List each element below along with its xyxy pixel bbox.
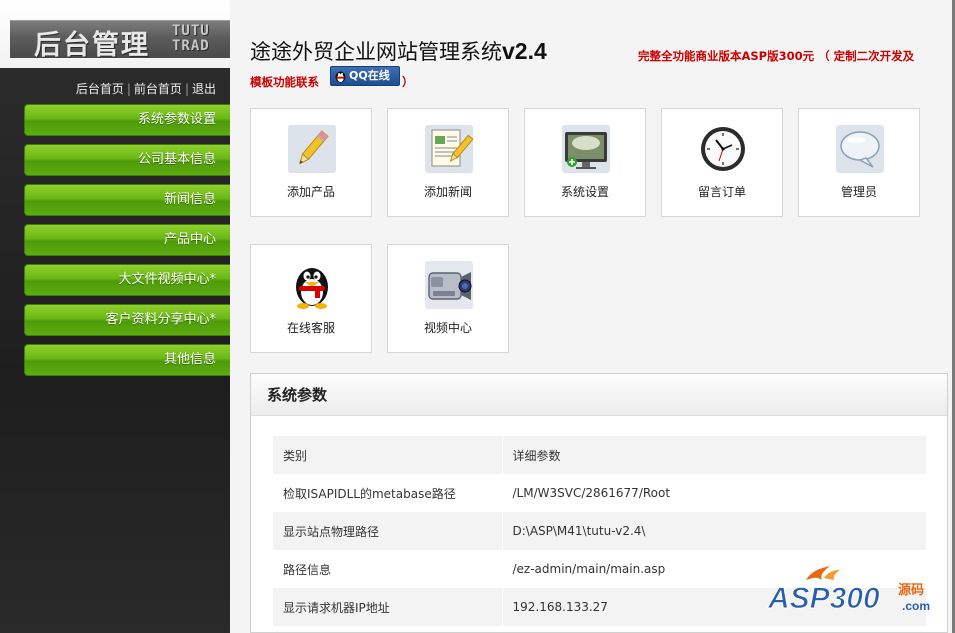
watermark-suffix: 源码	[898, 582, 924, 598]
shortcut-administrators[interactable]: 管理员	[798, 108, 920, 217]
clock-icon	[701, 127, 745, 171]
shortcut-online-service[interactable]: 在线客服	[250, 244, 372, 353]
shortcut-label: 留言订单	[697, 185, 746, 199]
qq-penguin-icon	[335, 71, 346, 83]
shortcut-label: 系统设置	[560, 185, 609, 199]
menu-item-news[interactable]: 新闻信息	[24, 184, 230, 216]
table-cell-key: 显示请求机器IP地址	[273, 588, 503, 626]
table-row: 检取ISAPIDLL的metabase路径 /LM/W3SVC/2861677/…	[273, 474, 927, 512]
shortcut-messages-orders[interactable]: 留言订单	[661, 108, 783, 217]
link-logout[interactable]: 退出	[192, 82, 216, 96]
monitor-icon	[562, 125, 610, 173]
document-edit-icon	[425, 125, 473, 173]
logo-text: 后台管理	[34, 30, 150, 61]
shortcut-add-product[interactable]: 添加产品	[250, 108, 372, 217]
video-camera-icon	[425, 261, 473, 309]
table-cell-key: 显示站点物理路径	[273, 512, 503, 550]
link-front-home[interactable]: 前台首页	[134, 82, 182, 96]
shortcut-label: 添加产品	[286, 185, 335, 199]
table-header-category: 类别	[273, 436, 503, 474]
shortcut-label: 在线客服	[286, 321, 335, 335]
logo-subtext: TUTU TRAD	[172, 23, 210, 54]
promo-text-2: 模板功能联系	[250, 75, 319, 89]
panel-header: 系统参数	[251, 374, 947, 416]
side-menu: 系统参数设置 公司基本信息 新闻信息 产品中心 大文件视频中心* 客户资料分享中…	[24, 104, 230, 384]
page-title: 途途外贸企业网站管理系统v2.4	[250, 38, 547, 64]
asp300-watermark: ASP300 源码 .com	[767, 566, 930, 616]
sidebar: 后台管理 TUTU TRAD 后台首页 | 前台首页 | 退出 系统参数设置 公司基本信息…	[0, 0, 230, 633]
menu-item-company-info[interactable]: 公司基本信息	[24, 144, 230, 176]
table-cell-key: 路径信息	[273, 550, 503, 588]
menu-item-products[interactable]: 产品中心	[24, 224, 230, 256]
shortcut-add-news[interactable]: 添加新闻	[387, 108, 509, 217]
watermark-brand: ASP300	[767, 582, 880, 615]
shortcut-label: 视频中心	[423, 321, 472, 335]
qq-penguin-icon	[296, 268, 328, 309]
table-cell-value: D:\ASP\M41\tutu-v2.4\	[502, 512, 927, 550]
shortcut-system-settings[interactable]: 系统设置	[524, 108, 646, 217]
version-label: v2.4	[502, 38, 547, 64]
table-row: 类别 详细参数	[273, 436, 927, 474]
shortcut-video-center[interactable]: 视频中心	[387, 244, 509, 353]
menu-item-other[interactable]: 其他信息	[24, 344, 230, 376]
link-admin-home[interactable]: 后台首页	[76, 82, 124, 96]
table-row: 显示站点物理路径 D:\ASP\M41\tutu-v2.4\	[273, 512, 927, 550]
panel-title: 系统参数	[267, 386, 328, 404]
promo-text: 完整全功能商业版本ASP版300元 （ 定制二次开发及	[638, 49, 915, 63]
menu-item-video-center[interactable]: 大文件视频中心*	[24, 264, 230, 296]
watermark-domain: .com	[902, 599, 930, 613]
qq-online-button[interactable]: QQ在线	[330, 66, 400, 86]
shortcut-label: 管理员	[840, 185, 877, 199]
shortcut-label: 添加新闻	[423, 185, 472, 199]
promo-close-paren: ）	[402, 75, 414, 89]
top-links: 后台首页 | 前台首页 | 退出	[75, 82, 216, 96]
menu-item-customer-share[interactable]: 客户资料分享中心*	[24, 304, 230, 336]
table-header-detail: 详细参数	[502, 436, 927, 474]
logo: 后台管理 TUTU TRAD	[10, 20, 230, 61]
table-cell-key: 检取ISAPIDLL的metabase路径	[273, 474, 503, 512]
menu-item-system-settings[interactable]: 系统参数设置	[24, 104, 230, 136]
speech-bubble-icon	[836, 125, 884, 173]
table-cell-value: /LM/W3SVC/2861677/Root	[502, 474, 927, 512]
pencil-icon	[288, 125, 336, 173]
